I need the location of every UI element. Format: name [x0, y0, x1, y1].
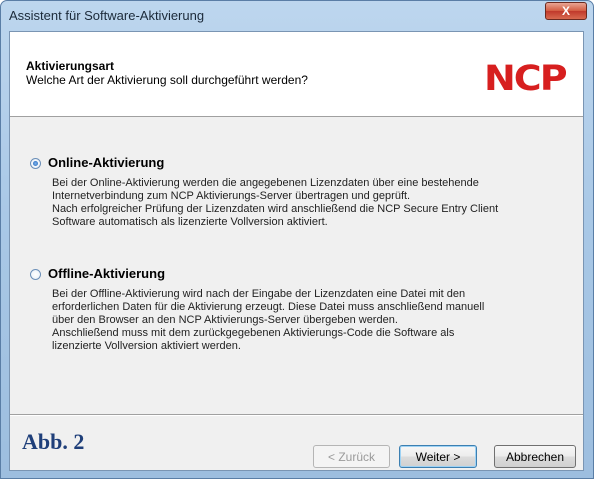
title-bar: Assistent für Software-Aktivierung X [1, 1, 593, 31]
description-line: lizenzierte Vollversion aktiviert werden… [52, 340, 241, 352]
wizard-header: Aktivierungsart Welche Art der Aktivieru… [10, 32, 583, 117]
header-title: Aktivierungsart [26, 59, 115, 73]
description-line: Bei der Offline-Aktivierung wird nach de… [52, 288, 466, 300]
next-button[interactable]: Weiter > [399, 445, 477, 468]
description-line: Nach erfolgreicher Prüfung der Lizenzdat… [52, 203, 499, 215]
header-subtitle: Welche Art der Aktivierung soll durchgef… [26, 73, 308, 87]
online-option-label[interactable]: Online-Aktivierung [48, 155, 164, 170]
description-line: Anschließend muss mit dem zurückgegebene… [52, 327, 455, 339]
description-line: Internetverbindung zum NCP Aktivierungs-… [52, 190, 411, 202]
activation-wizard-window: Assistent für Software-Aktivierung X Akt… [0, 0, 594, 479]
back-button-label: < Zurück [327, 449, 375, 464]
window-title: Assistent für Software-Aktivierung [9, 8, 205, 23]
cancel-button[interactable]: Abbrechen [494, 445, 576, 468]
description-line: erforderlichen Daten für die Aktivierung… [52, 301, 485, 313]
ncp-logo: NCP [484, 57, 568, 99]
close-icon: X [561, 4, 570, 18]
next-button-label: Weiter > [415, 449, 461, 464]
close-button[interactable]: X [545, 2, 587, 20]
cancel-button-label: Abbrechen [505, 449, 565, 464]
offline-radio[interactable] [30, 269, 41, 280]
description-line: über den Browser an den NCP Aktivierungs… [52, 314, 398, 326]
offline-option-description: Bei der Offline-Aktivierung wird nach de… [52, 288, 572, 353]
description-line: Software automatisch als lizenzierte Vol… [52, 216, 328, 228]
wizard-client-area: Aktivierungsart Welche Art der Aktivieru… [9, 31, 584, 471]
online-radio[interactable] [30, 158, 41, 169]
footer-divider [10, 414, 583, 416]
online-option-description: Bei der Online-Aktivierung werden die an… [52, 177, 572, 229]
back-button[interactable]: < Zurück [313, 445, 390, 468]
description-line: Bei der Online-Aktivierung werden die an… [52, 177, 479, 189]
offline-option-label[interactable]: Offline-Aktivierung [48, 266, 165, 281]
figure-caption: Abb. 2 [22, 429, 85, 454]
